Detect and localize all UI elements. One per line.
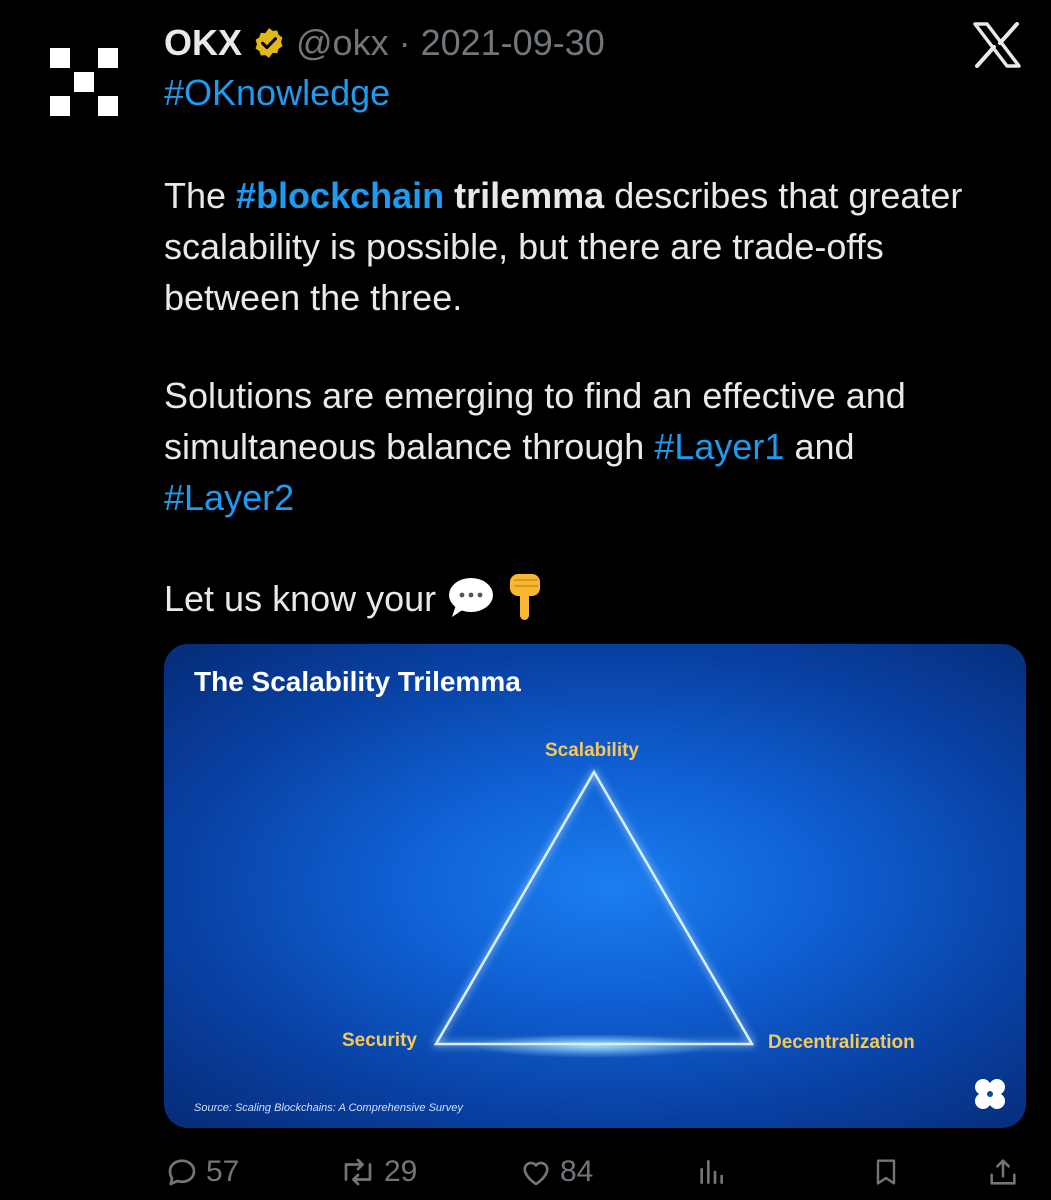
okx-small-logo-icon [975,1079,1005,1109]
vertex-decentralization: Decentralization [768,1032,915,1053]
hashtag-layer2[interactable]: #Layer2 [164,477,294,518]
repost-icon [344,1158,372,1186]
tweet-paragraph-1: The #blockchain trilemma describes that … [164,170,1024,323]
like-icon [523,1161,549,1186]
x-logo-icon[interactable] [973,22,1021,68]
trilemma-triangle [433,769,755,1058]
hashtag-blockchain[interactable]: #blockchain [236,175,444,216]
reply-button[interactable]: 57 [164,1154,239,1190]
hashtag-layer1[interactable]: #Layer1 [654,426,784,467]
text-segment: Let us know your [164,577,447,619]
media-image[interactable]: The Scalability Trilemma Scalability Sec… [164,644,1026,1128]
like-count: 84 [560,1155,594,1188]
author-handle[interactable]: @okx [296,22,389,64]
vertex-scalability: Scalability [545,740,639,761]
vertex-security: Security [342,1030,417,1051]
views-icon [700,1160,723,1184]
reply-icon [168,1159,196,1186]
text-segment: and [784,426,855,467]
like-button[interactable]: 84 [518,1154,593,1190]
text-segment [444,175,454,216]
bookmark-button[interactable] [870,1154,902,1190]
views-button[interactable] [695,1154,727,1190]
author-name[interactable]: OKX [164,22,242,64]
speech-bubble-emoji-icon [449,578,494,617]
bold-trilemma: trilemma [454,175,605,216]
share-icon [990,1159,1016,1185]
pointing-down-emoji-icon [510,574,541,620]
separator-dot: · [398,22,411,63]
tweet-paragraph-2: Solutions are emerging to find an effect… [164,370,1024,523]
media-source: Source: Scaling Blockchains: A Comprehen… [194,1102,463,1114]
hashtag-oknowledge[interactable]: #OKnowledge [164,72,390,114]
repost-count: 29 [384,1155,418,1188]
tweet-header: OKX @okx · 2021-09-30 [164,20,605,66]
reply-count: 57 [206,1155,240,1188]
tweet-paragraph-3: Let us know your [164,572,1024,624]
bookmark-icon [876,1159,896,1185]
tweet-date[interactable]: 2021-09-30 [421,22,605,64]
verified-badge-icon [255,28,283,58]
text-segment: The [164,175,237,216]
share-button[interactable] [986,1154,1020,1190]
action-bar: 57 29 84 [0,1148,1051,1200]
okx-logo-icon[interactable] [50,48,118,116]
repost-button[interactable]: 29 [338,1154,417,1190]
